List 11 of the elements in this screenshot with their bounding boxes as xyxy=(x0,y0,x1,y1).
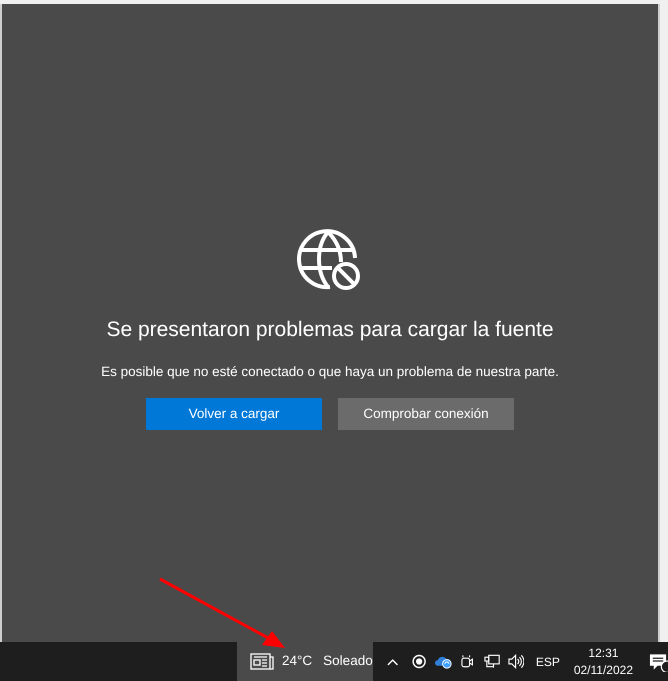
weather-condition: Soleado xyxy=(323,652,373,670)
check-connection-button[interactable]: Comprobar conexión xyxy=(338,398,514,430)
temperature-text: 24°C xyxy=(282,652,312,670)
error-title: Se presentaron problemas para cargar la fuente xyxy=(106,317,554,343)
language-indicator[interactable]: ESP xyxy=(536,652,560,670)
error-message: Es posible que no esté conectado o que haya un problema de nuestra parte. xyxy=(101,362,559,381)
clock-time: 12:31 xyxy=(588,644,618,662)
clock[interactable]: 12:31 02/11/2022 xyxy=(574,644,633,678)
reload-button[interactable]: Volver a cargar xyxy=(146,398,322,430)
weather-widget[interactable]: 24°C Soleado xyxy=(237,642,374,681)
clock-date: 02/11/2022 xyxy=(574,662,633,678)
